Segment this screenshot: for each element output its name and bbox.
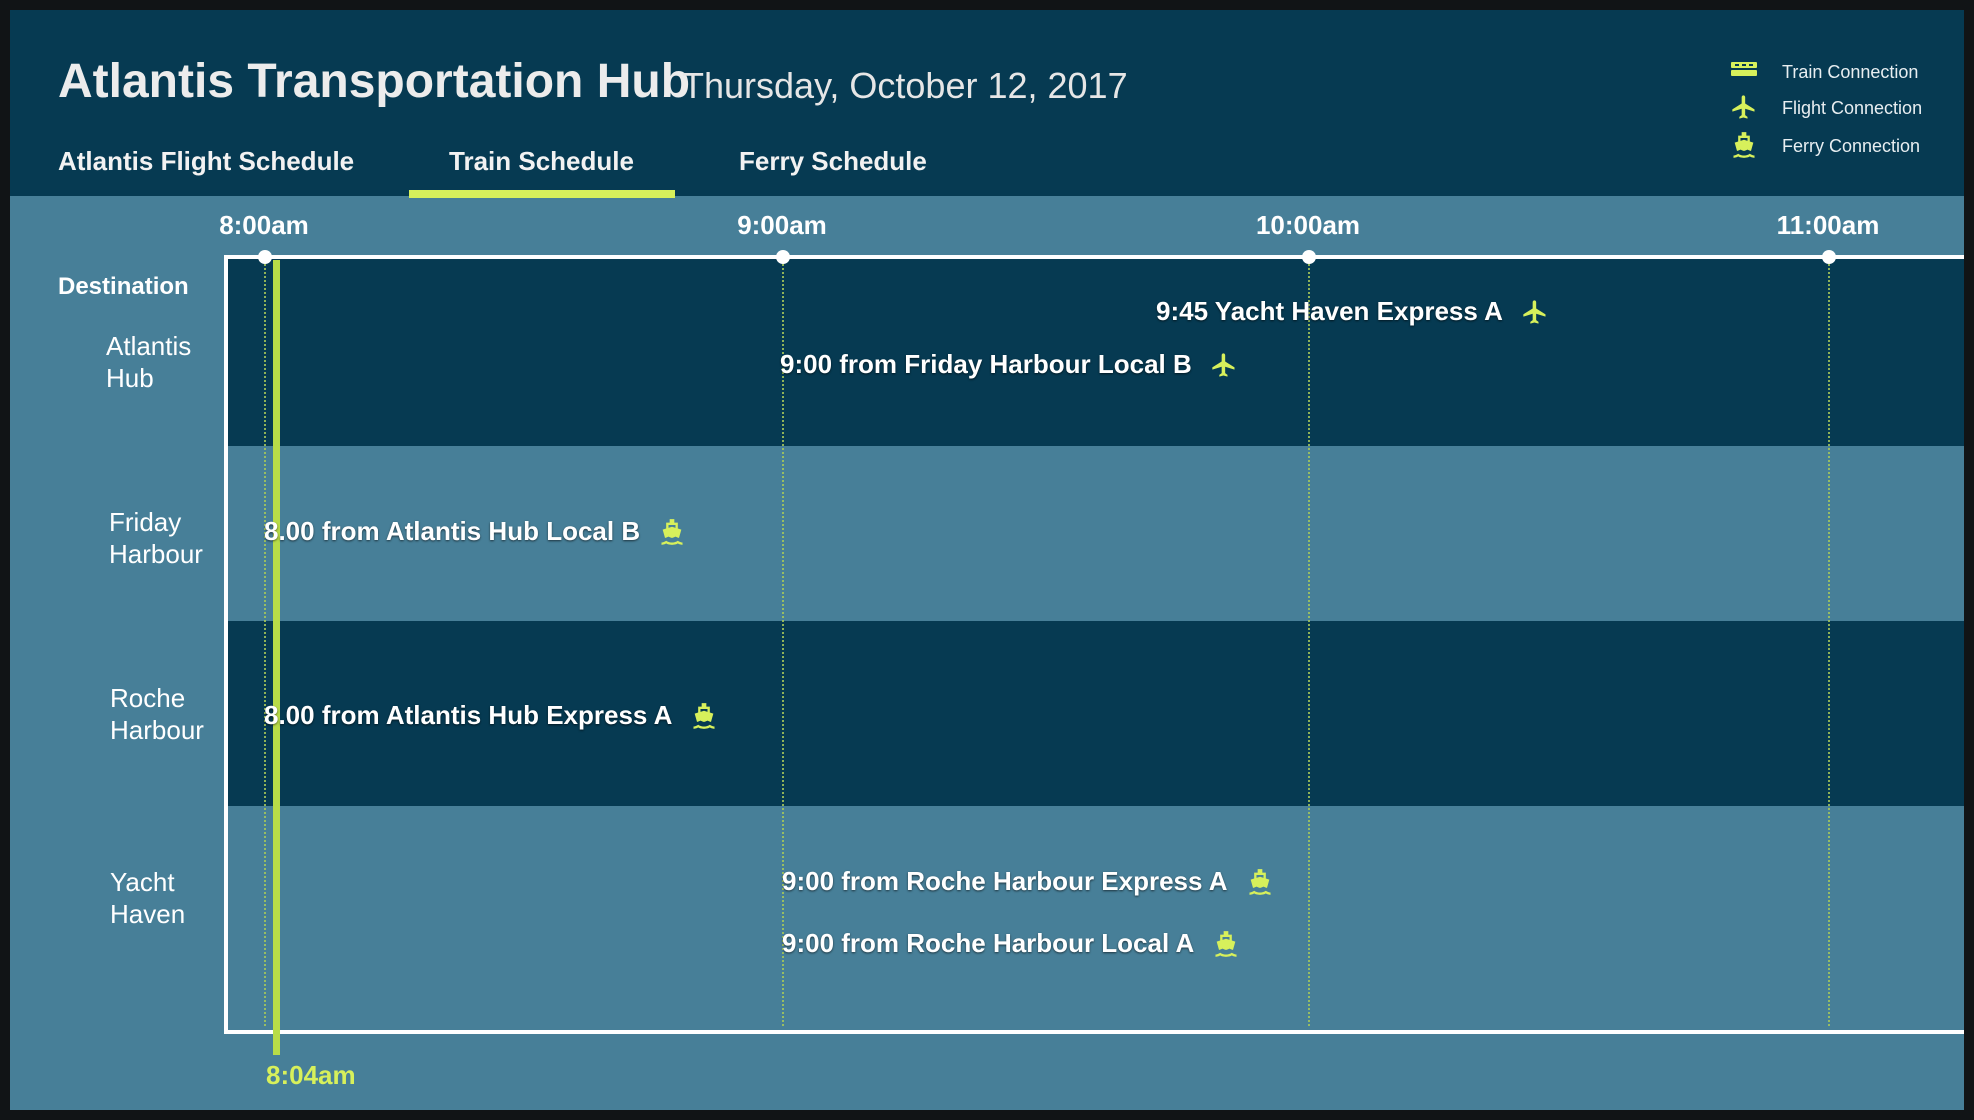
destination-heading: Destination xyxy=(58,273,189,300)
tab-train-schedule[interactable]: Train Schedule xyxy=(449,146,634,177)
tab-flight-schedule[interactable]: Atlantis Flight Schedule xyxy=(58,146,354,177)
legend-label: Train Connection xyxy=(1782,62,1919,82)
event-label: 9:45 Yacht Haven Express A xyxy=(1156,296,1503,326)
ferry-icon xyxy=(690,702,718,730)
event-label: 9:00 from Friday Harbour Local B xyxy=(780,349,1192,379)
time-label-9am: 9:00am xyxy=(737,210,827,240)
ferry-icon xyxy=(1212,930,1240,958)
plane-icon xyxy=(1521,298,1549,326)
time-marker-9am xyxy=(776,250,790,264)
legend-flight: Flight Connection xyxy=(1728,92,1938,122)
event-label: 8.00 from Atlantis Hub Express A xyxy=(264,700,673,730)
plane-icon xyxy=(1210,351,1238,379)
destination-atlantis-hub: Atlantis Hub xyxy=(106,331,192,393)
page-title: Atlantis Transportation Hub xyxy=(58,55,691,108)
tab-ferry-schedule[interactable]: Ferry Schedule xyxy=(739,146,927,177)
active-tab-indicator xyxy=(409,190,675,198)
time-label-11am: 11:00am xyxy=(1776,210,1880,240)
schedule-screen: Atlantis Transportation Hub Thursday, Oc… xyxy=(10,10,1964,1110)
plane-icon xyxy=(1728,92,1760,122)
legend-ferry: Ferry Connection xyxy=(1728,130,1938,160)
current-time-line xyxy=(273,260,280,1055)
schedule-event[interactable]: 9:00 from Friday Harbour Local B xyxy=(780,349,1238,380)
schedule-event[interactable]: 8.00 from Atlantis Hub Local B xyxy=(264,516,686,547)
time-label-10am: 10:00am xyxy=(1255,210,1361,240)
time-marker-10am xyxy=(1302,250,1316,264)
current-time-label: 8:04am xyxy=(266,1060,356,1090)
time-marker-8am xyxy=(258,250,272,264)
ferry-icon xyxy=(658,518,686,546)
event-label: 9:00 from Roche Harbour Local A xyxy=(782,928,1195,958)
destination-friday-harbour: Friday Harbour xyxy=(109,507,203,569)
legend-label: Ferry Connection xyxy=(1782,136,1921,156)
schedule-event[interactable]: 8.00 from Atlantis Hub Express A xyxy=(264,700,718,731)
time-marker-11am xyxy=(1822,250,1836,264)
legend-train: Train Connection xyxy=(1728,56,1938,86)
page-date: Thursday, October 12, 2017 xyxy=(682,65,1128,106)
train-icon xyxy=(1728,56,1760,86)
legend-label: Flight Connection xyxy=(1782,98,1923,118)
ferry-icon xyxy=(1246,868,1274,896)
header: Atlantis Transportation Hub Thursday, Oc… xyxy=(10,10,1964,198)
destination-yacht-haven: Yacht Haven xyxy=(110,867,186,929)
event-label: 9:00 from Roche Harbour Express A xyxy=(782,866,1228,896)
schedule-event[interactable]: 9:45 Yacht Haven Express A xyxy=(1156,296,1549,327)
destination-roche-harbour: Roche Harbour xyxy=(110,683,204,745)
event-label: 8.00 from Atlantis Hub Local B xyxy=(264,516,641,546)
ferry-icon xyxy=(1728,130,1760,160)
schedule-event[interactable]: 9:00 from Roche Harbour Local A xyxy=(782,928,1240,959)
schedule-event[interactable]: 9:00 from Roche Harbour Express A xyxy=(782,866,1274,897)
time-label-8am: 8:00am xyxy=(219,210,309,240)
